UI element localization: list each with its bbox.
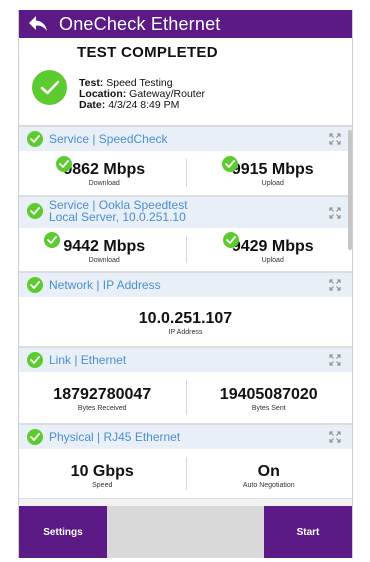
section-title: Physical | RJ45 Ethernet bbox=[49, 430, 181, 444]
section-title: Network | IP Address bbox=[49, 278, 161, 292]
auto-negotiation-label: Auto Negotiation bbox=[242, 482, 295, 489]
ookla-metrics: 9442 Mbps Download 9429 Mbps Upload bbox=[19, 228, 352, 272]
section-header-physical[interactable]: Physical | RJ45 Ethernet bbox=[19, 424, 352, 449]
bytes-sent-value: 19405087020 bbox=[219, 386, 318, 403]
speed-value: 10 Gbps bbox=[70, 463, 134, 480]
check-icon bbox=[27, 429, 43, 445]
speed-label: Speed bbox=[92, 482, 113, 489]
summary-title: TEST COMPLETED bbox=[77, 44, 218, 61]
download-value: 9862 Mbps bbox=[63, 161, 146, 178]
check-icon bbox=[27, 131, 43, 147]
section-header-link[interactable]: Link | Ethernet bbox=[19, 347, 352, 372]
physical-metrics: 10 Gbps Speed On Auto Negotiation bbox=[19, 449, 352, 499]
upload-label: Upload bbox=[261, 257, 284, 264]
upload-label: Upload bbox=[261, 180, 284, 187]
date-value: 4/3/24 8:49 PM bbox=[108, 99, 180, 111]
scrollbar[interactable] bbox=[348, 130, 352, 250]
start-button[interactable]: Start bbox=[264, 506, 352, 558]
section-title: Service | SpeedCheck bbox=[49, 132, 168, 146]
check-icon bbox=[32, 70, 67, 105]
ip-address-label: IP Address bbox=[168, 329, 203, 336]
app-window: OneCheck Ethernet TEST COMPLETED Test: S… bbox=[18, 10, 353, 558]
summary-details: Test: Speed Testing Location: Gateway/Ro… bbox=[79, 78, 205, 111]
download-label: Download bbox=[88, 257, 120, 264]
expand-icon[interactable] bbox=[328, 132, 342, 146]
app-title: OneCheck Ethernet bbox=[59, 13, 221, 34]
expand-icon[interactable] bbox=[328, 278, 342, 292]
speed-metric: 10 Gbps Speed bbox=[19, 449, 186, 498]
link-metrics: 18792780047 Bytes Received 19405087020 B… bbox=[19, 372, 352, 424]
bytes-received-metric: 18792780047 Bytes Received bbox=[19, 372, 186, 423]
check-icon bbox=[27, 203, 43, 219]
app-header: OneCheck Ethernet bbox=[19, 10, 352, 38]
bytes-received-value: 18792780047 bbox=[53, 386, 152, 403]
date-label: Date: bbox=[79, 99, 106, 111]
download-metric: 9442 Mbps Download bbox=[19, 228, 184, 271]
speedcheck-metrics: 9862 Mbps Download 9915 Mbps Upload bbox=[19, 151, 352, 196]
upload-metric: 9429 Mbps Upload bbox=[184, 228, 353, 271]
section-header-network[interactable]: Network | IP Address bbox=[19, 272, 352, 297]
check-icon bbox=[27, 352, 43, 368]
ip-address-metric: 10.0.251.107 IP Address bbox=[19, 297, 352, 346]
upload-value: 9429 Mbps bbox=[231, 238, 314, 255]
test-summary: TEST COMPLETED Test: Speed Testing Locat… bbox=[19, 38, 352, 126]
upload-value: 9915 Mbps bbox=[231, 161, 314, 178]
check-icon bbox=[56, 156, 72, 172]
bytes-sent-metric: 19405087020 Bytes Sent bbox=[186, 372, 353, 423]
footer-spacer bbox=[107, 506, 264, 558]
check-icon bbox=[221, 156, 238, 172]
auto-negotiation-value: On bbox=[257, 463, 280, 480]
auto-negotiation-metric: On Auto Negotiation bbox=[186, 449, 353, 498]
bytes-received-label: Bytes Received bbox=[77, 405, 127, 412]
section-title-line2: Local Server, 10.0.251.10 bbox=[49, 210, 186, 224]
settings-button[interactable]: Settings bbox=[19, 506, 107, 558]
download-label: Download bbox=[88, 180, 120, 187]
expand-icon[interactable] bbox=[328, 353, 342, 367]
expand-icon[interactable] bbox=[328, 430, 342, 444]
bytes-sent-label: Bytes Sent bbox=[251, 405, 286, 412]
check-icon bbox=[222, 232, 239, 248]
expand-icon[interactable] bbox=[328, 206, 342, 220]
section-title: Link | Ethernet bbox=[49, 353, 127, 367]
network-metrics: 10.0.251.107 IP Address bbox=[19, 297, 352, 347]
ip-address-value: 10.0.251.107 bbox=[138, 310, 233, 327]
section-header-speedcheck[interactable]: Service | SpeedCheck bbox=[19, 126, 352, 151]
back-arrow-icon[interactable] bbox=[27, 13, 49, 35]
upload-metric: 9915 Mbps Upload bbox=[184, 151, 353, 195]
check-icon bbox=[44, 232, 60, 248]
section-header-ookla[interactable]: Service | Ookla Speedtest Local Server, … bbox=[19, 196, 352, 228]
section-title: Service | Ookla Speedtest Local Server, … bbox=[49, 199, 188, 223]
check-icon bbox=[27, 277, 43, 293]
footer-bar: Settings Start bbox=[19, 506, 352, 558]
download-metric: 9862 Mbps Download bbox=[19, 151, 184, 195]
